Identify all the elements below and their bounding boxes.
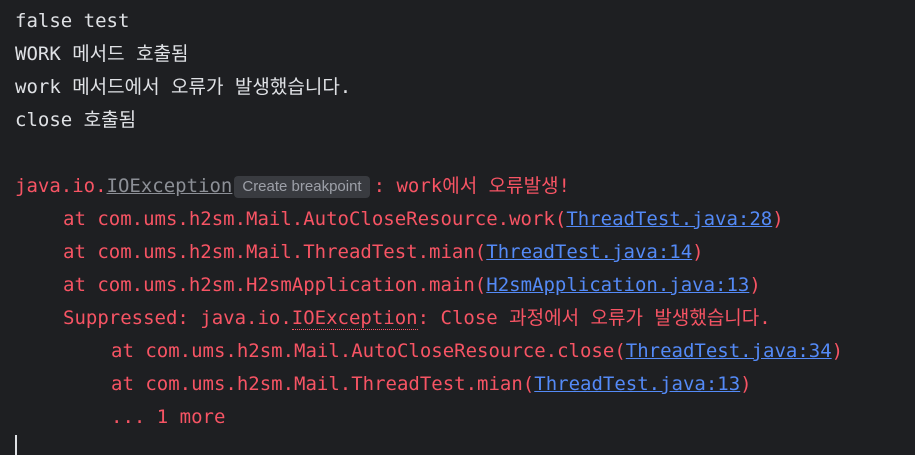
suppressed-message: : Close 과정에서 오류가 발생했습니다.: [417, 307, 771, 329]
text-caret: [15, 435, 17, 455]
stack-frame-method: at com.ums.h2sm.H2smApplication.main(: [63, 274, 487, 296]
suppressed-prefix: Suppressed: java.io.: [63, 307, 292, 329]
output-line: WORK 메서드 호출됨: [15, 43, 189, 65]
stack-frame-method: at com.ums.h2sm.Mail.ThreadTest.mian(: [111, 373, 535, 395]
exception-message: : work에서 오류발생!: [373, 175, 571, 197]
output-line: work 메서드에서 오류가 발생했습니다.: [15, 76, 352, 98]
stack-frame-close: ): [740, 373, 752, 395]
more-frames-link[interactable]: ... 1 more: [15, 401, 225, 434]
source-link[interactable]: H2smApplication.java:13: [486, 274, 749, 296]
exception-package: java.io.: [15, 175, 107, 197]
suppressed-exception-class-link[interactable]: IOException: [291, 307, 418, 330]
stack-frame: at com.ums.h2sm.Mail.AutoCloseResource.w…: [15, 203, 784, 236]
stack-frame-close: ): [749, 274, 761, 296]
stack-frame-close: ): [692, 241, 704, 263]
exception-line: java.io.IOException Create breakpoint: wo…: [15, 170, 570, 203]
console-output: false test WORK 메서드 호출됨 work 메서드에서 오류가 발…: [0, 0, 915, 455]
stack-frame: at com.ums.h2sm.H2smApplication.main(H2s…: [15, 269, 761, 302]
stack-frame-close: ): [772, 208, 784, 230]
stack-frame-method: at com.ums.h2sm.Mail.ThreadTest.mian(: [63, 241, 487, 263]
source-link[interactable]: ThreadTest.java:34: [626, 340, 832, 362]
stack-frame-close: ): [831, 340, 844, 362]
output-line: close 호출됨: [15, 109, 137, 131]
suppressed-line: Suppressed: java.io.IOException: Close 과…: [15, 302, 771, 335]
source-link[interactable]: ThreadTest.java:13: [534, 373, 740, 395]
stack-frame: at com.ums.h2sm.Mail.ThreadTest.mian(Thr…: [15, 236, 704, 269]
output-line: false test: [15, 10, 130, 32]
stack-frame-method: at com.ums.h2sm.Mail.AutoCloseResource.c…: [111, 340, 626, 362]
create-breakpoint-button[interactable]: Create breakpoint: [234, 176, 370, 198]
stack-frame: at com.ums.h2sm.Mail.AutoCloseResource.c…: [15, 335, 843, 368]
stack-frame: at com.ums.h2sm.Mail.ThreadTest.mian(Thr…: [15, 368, 752, 401]
source-link[interactable]: ThreadTest.java:14: [486, 241, 692, 263]
stack-frame-method: at com.ums.h2sm.Mail.AutoCloseResource.w…: [63, 208, 567, 230]
exception-class-link[interactable]: IOException: [107, 175, 233, 197]
source-link[interactable]: ThreadTest.java:28: [566, 208, 772, 230]
